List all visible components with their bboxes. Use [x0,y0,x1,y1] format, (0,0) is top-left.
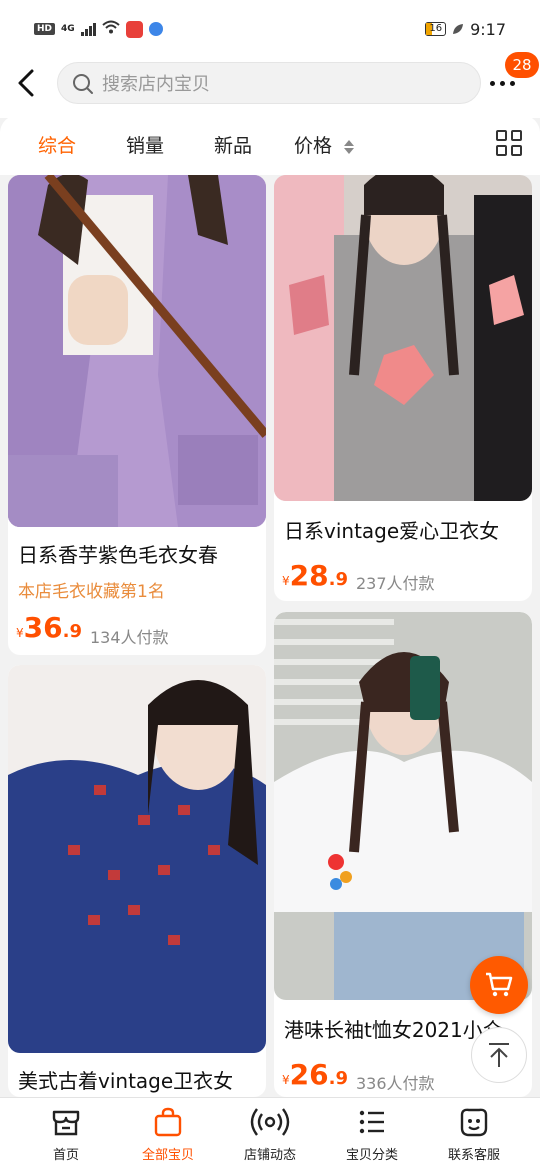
grid-view-icon[interactable] [496,130,522,156]
cart-button[interactable] [470,956,528,1014]
more-menu-button[interactable] [490,76,520,90]
tab-sales[interactable]: 销量 [126,131,164,158]
nav-label: 店铺动态 [243,1148,296,1163]
product-card[interactable]: 港味长袖t恤女2021小众 ¥26.9 336人付款 [274,612,532,1097]
heart-sweatshirt-photo [274,175,532,501]
nav-home[interactable]: 首页 [21,1104,111,1163]
sold-count: 237人付款 [356,574,435,593]
app-notification-icon-2 [148,22,163,36]
tab-new[interactable]: 新品 [214,131,252,158]
network-type: 4G [61,24,75,34]
clock: 9:17 [470,19,506,39]
navy-sweatshirt-photo [8,665,266,1053]
back-to-top-button[interactable] [471,1027,527,1083]
product-rank-tag: 本店毛衣收藏第1名 [18,582,165,602]
sort-arrows-icon [344,139,355,154]
shop-header: 搜索店内宝贝 28 [0,52,540,118]
app-notification-icon [125,20,143,38]
product-title: 美式古着vintage卫衣女 [18,1069,234,1093]
broadcast-icon [225,1104,315,1140]
leaf-icon [452,20,464,39]
product-card[interactable]: 日系vintage爱心卫衣女 ¥28.9 237人付款 [274,175,532,601]
sold-count: 134人付款 [90,628,169,647]
product-card[interactable]: 美式古着vintage卫衣女 [8,665,266,1097]
nav-label: 联系客服 [447,1148,500,1163]
search-icon [72,73,93,94]
tab-comprehensive[interactable]: 综合 [38,131,76,158]
sold-count: 336人付款 [356,1074,435,1093]
nav-label: 全部宝贝 [141,1148,194,1163]
list-icon [327,1104,417,1140]
white-tshirt-photo [274,612,532,1000]
status-bar: HD 4G 16 9:17 [0,0,540,58]
product-title: 日系香芋紫色毛衣女春 [18,543,218,567]
message-badge: 28 [505,52,539,78]
battery-icon: 16 [425,22,447,36]
nav-label: 宝贝分类 [345,1148,398,1163]
product-price: ¥28.9 [282,559,348,592]
product-title: 日系vintage爱心卫衣女 [284,519,500,543]
hd-indicator: HD [34,23,56,35]
search-input[interactable]: 搜索店内宝贝 [57,62,481,104]
chat-face-icon [429,1104,519,1140]
nav-categories[interactable]: 宝贝分类 [327,1104,417,1163]
nav-label: 首页 [52,1148,79,1163]
nav-shop-news[interactable]: 店铺动态 [225,1104,315,1163]
product-price: ¥26.9 [282,1058,348,1091]
product-card[interactable]: 日系香芋紫色毛衣女春 本店毛衣收藏第1名 ¥36.9 134人付款 [8,175,266,655]
signal-icon [80,22,96,36]
back-button[interactable] [12,66,46,100]
arrow-up-icon [489,1043,509,1067]
wifi-icon [102,20,120,38]
purple-cardigan-photo [8,175,266,527]
tab-price-label: 价格 [294,135,333,157]
cart-icon [486,972,513,997]
bottom-nav: 首页 全部宝贝 店铺动态 宝贝分类 联系客服 [0,1097,540,1170]
tab-price[interactable]: 价格 [294,131,355,158]
store-icon [21,1104,111,1140]
shopping-bag-icon [123,1104,213,1140]
product-price: ¥36.9 [16,611,82,644]
sort-tabs: 综合 销量 新品 价格 [0,115,540,175]
nav-all-items[interactable]: 全部宝贝 [123,1104,213,1163]
back-arrow-icon [18,69,34,97]
nav-customer-service[interactable]: 联系客服 [429,1104,519,1163]
search-placeholder: 搜索店内宝贝 [102,74,210,95]
